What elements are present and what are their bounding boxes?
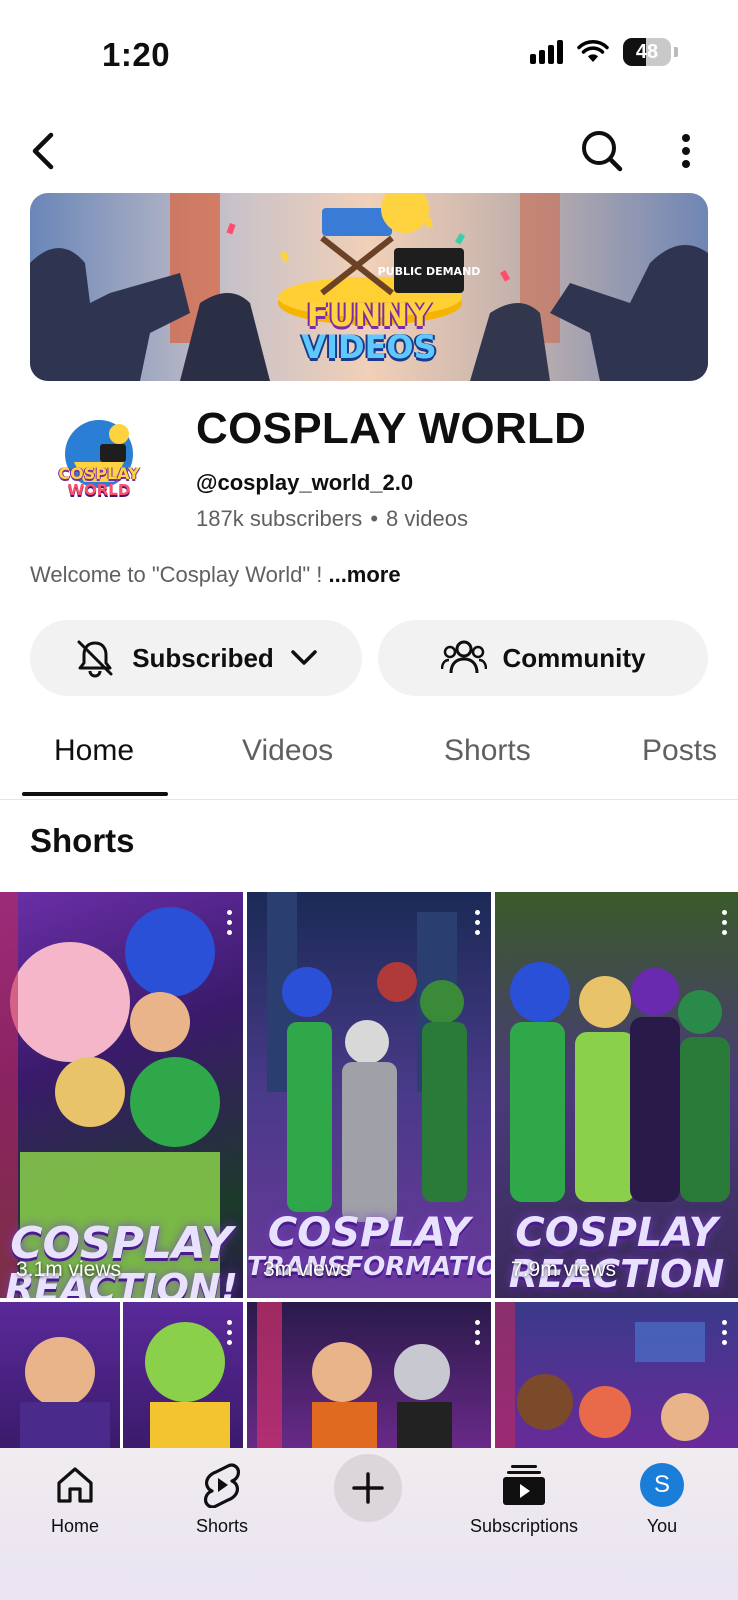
cellular-signal-icon bbox=[530, 40, 563, 64]
short-views: 3.1m views bbox=[16, 1258, 122, 1281]
home-icon bbox=[57, 1467, 93, 1503]
short-card[interactable]: COSPLAY REACTION! 3.1m views bbox=[0, 892, 243, 1298]
channel-banner: PUBLIC DEMAND FUNNY VIDEOS bbox=[30, 193, 708, 381]
user-avatar: S bbox=[640, 1463, 684, 1507]
wifi-icon bbox=[577, 40, 609, 62]
bottom-nav: Home Shorts Subscriptions S You bbox=[0, 1448, 738, 1600]
channel-logo-text-line2: WORLD bbox=[67, 480, 131, 499]
banner-title: FUNNY VIDEOS bbox=[30, 299, 708, 363]
status-icons: 48 bbox=[530, 38, 678, 66]
community-label: Community bbox=[502, 642, 646, 673]
banner-badge: PUBLIC DEMAND bbox=[378, 265, 481, 278]
banner-title-line1: FUNNY bbox=[306, 296, 432, 334]
more-vertical-icon[interactable] bbox=[473, 1320, 481, 1345]
banner-title-line2: VIDEOS bbox=[301, 328, 437, 366]
nav-home-label: Home bbox=[50, 1516, 99, 1536]
search-button[interactable] bbox=[572, 121, 632, 181]
create-button[interactable] bbox=[334, 1454, 402, 1522]
short-title-overlay: COSPLAY bbox=[267, 1210, 471, 1256]
channel-avatar[interactable]: COSPLAY WORLD bbox=[44, 410, 154, 520]
active-tab-indicator bbox=[22, 792, 168, 796]
channel-name: COSPLAY WORLD bbox=[196, 404, 587, 453]
battery-cap bbox=[674, 47, 678, 57]
subscribed-button[interactable]: Subscribed bbox=[30, 620, 362, 696]
short-views: 3m views bbox=[263, 1258, 351, 1281]
short-card[interactable]: COSPLAY TRANSFORMATION! 3m views bbox=[247, 892, 491, 1298]
tab-posts[interactable]: Posts bbox=[642, 734, 717, 768]
channel-logo-text: COSPLAY WORLD bbox=[44, 465, 154, 499]
bell-off-icon bbox=[77, 640, 113, 678]
more-vertical-icon[interactable] bbox=[720, 910, 728, 935]
battery-level: 48 bbox=[635, 40, 659, 63]
channel-meta: 187k subscribers • 8 videos bbox=[196, 506, 468, 532]
video-count: 8 videos bbox=[386, 506, 468, 531]
short-card[interactable]: COSPLAY REACTION 7.9m views bbox=[495, 892, 738, 1298]
top-nav bbox=[0, 118, 738, 184]
status-bar: 1:20 48 bbox=[0, 0, 738, 110]
channel-description[interactable]: Welcome to "Cosplay World" ! ...more bbox=[30, 562, 401, 588]
short-card[interactable] bbox=[495, 1302, 738, 1452]
section-title-shorts: Shorts bbox=[30, 822, 135, 859]
description-text: Welcome to "Cosplay World" ! bbox=[30, 562, 329, 587]
short-thumbnail bbox=[20, 1302, 230, 1452]
meta-separator: • bbox=[370, 506, 379, 531]
channel-tabs: Home Videos Shorts Posts bbox=[0, 720, 738, 800]
short-views: 7.9m views bbox=[511, 1258, 617, 1281]
community-icon bbox=[440, 640, 487, 674]
community-button[interactable]: Community bbox=[378, 620, 708, 696]
short-card[interactable] bbox=[247, 1302, 491, 1452]
more-vertical-icon[interactable] bbox=[473, 910, 481, 935]
battery-icon: 48 bbox=[623, 38, 671, 66]
chevron-down-icon bbox=[291, 650, 317, 665]
nav-subscriptions[interactable]: Subscriptions bbox=[449, 1460, 599, 1537]
tab-shorts[interactable]: Shorts bbox=[444, 734, 531, 768]
back-button[interactable] bbox=[14, 121, 74, 181]
chevron-left-icon bbox=[32, 132, 54, 170]
shorts-grid: COSPLAY REACTION! 3.1m views COSPLAY TRA… bbox=[0, 892, 738, 1452]
channel-handle: @cosplay_world_2.0 bbox=[196, 470, 414, 495]
subscriptions-icon bbox=[503, 1465, 545, 1505]
short-card[interactable] bbox=[0, 1302, 243, 1452]
short-thumbnail bbox=[257, 1302, 452, 1452]
nav-shorts[interactable]: Shorts bbox=[157, 1460, 287, 1537]
status-time: 1:20 bbox=[102, 36, 171, 73]
more-vertical-icon[interactable] bbox=[720, 1320, 728, 1345]
nav-you[interactable]: S You bbox=[597, 1460, 727, 1537]
shorts-icon bbox=[204, 1463, 240, 1508]
short-title-overlay: COSPLAY bbox=[515, 1210, 718, 1256]
more-options-button[interactable] bbox=[656, 121, 716, 181]
nav-shorts-label: Shorts bbox=[195, 1516, 249, 1536]
tab-videos[interactable]: Videos bbox=[242, 734, 333, 768]
search-icon bbox=[582, 131, 623, 172]
short-thumbnail bbox=[495, 1302, 709, 1452]
subscriber-count: 187k subscribers bbox=[196, 506, 363, 531]
more-vertical-icon bbox=[682, 134, 690, 168]
tab-home[interactable]: Home bbox=[54, 734, 134, 768]
more-vertical-icon[interactable] bbox=[225, 910, 233, 935]
plus-icon bbox=[352, 1472, 384, 1504]
nav-home[interactable]: Home bbox=[10, 1460, 140, 1537]
nav-you-label: You bbox=[646, 1516, 678, 1536]
more-vertical-icon[interactable] bbox=[225, 1320, 233, 1345]
more-link[interactable]: ...more bbox=[328, 562, 400, 587]
subscribed-label: Subscribed bbox=[132, 642, 274, 673]
nav-subscriptions-label: Subscriptions bbox=[469, 1516, 579, 1536]
